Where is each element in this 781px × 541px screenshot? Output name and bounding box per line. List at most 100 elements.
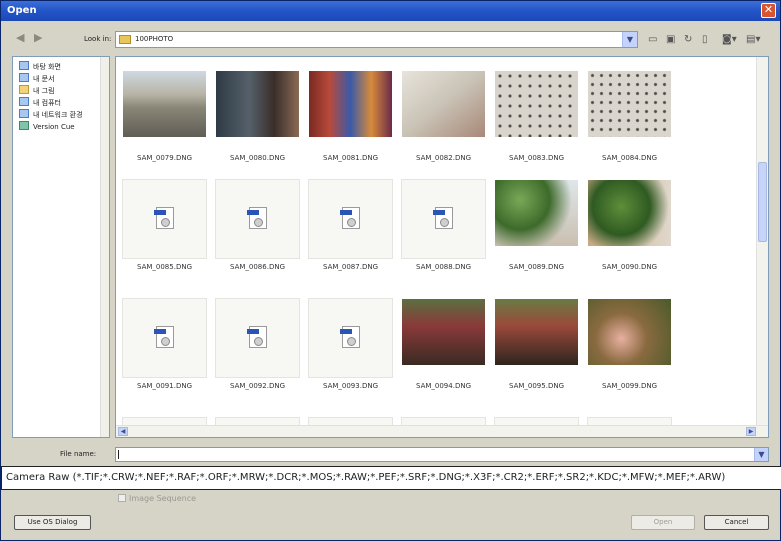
photo-thumbnail: [309, 71, 392, 137]
file-item[interactable]: SAM_0095.DNG: [492, 298, 581, 390]
back-icon[interactable]: ◀: [16, 32, 30, 44]
use-os-dialog-button[interactable]: Use OS Dialog: [14, 515, 91, 530]
chevron-down-icon[interactable]: ▼: [622, 32, 637, 47]
disc-icon: [254, 218, 263, 227]
file-thumbnail: [494, 298, 579, 378]
file-name-label: SAM_0082.DNG: [416, 154, 471, 162]
file-item[interactable]: SAM_0079.DNG: [120, 70, 209, 162]
files-of-type-select[interactable]: Camera Raw (*.TIF;*.CRW;*.NEF;*.RAF;*.OR…: [1, 466, 781, 490]
place-network[interactable]: 내 네트워크 환경: [19, 109, 83, 120]
file-thumbnail: [215, 179, 300, 259]
file-name-input[interactable]: ▼: [115, 447, 769, 462]
file-item[interactable]: SAM_0088.DNG: [399, 179, 488, 271]
file-item[interactable]: SAM_0086.DNG: [213, 179, 302, 271]
text-caret: [118, 450, 119, 459]
my-pictures-icon: [19, 85, 29, 94]
file-name-label: File name:: [60, 450, 97, 458]
file-badge-icon: [247, 329, 259, 334]
file-name-label: SAM_0094.DNG: [416, 382, 471, 390]
forward-icon[interactable]: ▶: [34, 32, 48, 44]
file-thumbnail: [308, 298, 393, 378]
file-name-label: SAM_0099.DNG: [602, 382, 657, 390]
recycle-bin-icon[interactable]: ▯: [702, 34, 708, 46]
scrollbar-thumb[interactable]: [758, 162, 767, 242]
file-badge-icon: [340, 210, 352, 215]
file-thumbnail: [401, 70, 486, 150]
place-label: 내 문서: [33, 75, 55, 83]
vertical-scrollbar[interactable]: [756, 57, 768, 425]
open-button[interactable]: Open: [631, 515, 695, 530]
refresh-icon[interactable]: ↻: [684, 34, 692, 46]
place-my-pictures[interactable]: 내 그림: [19, 85, 55, 96]
file-name-label: SAM_0079.DNG: [137, 154, 192, 162]
place-label: Version Cue: [33, 123, 75, 131]
file-item[interactable]: SAM_0089.DNG: [492, 179, 581, 271]
file-item[interactable]: SAM_0090.DNG: [585, 179, 674, 271]
file-item[interactable]: SAM_0091.DNG: [120, 298, 209, 390]
file-thumbnail: [122, 298, 207, 378]
file-item[interactable]: SAM_0094.DNG: [399, 298, 488, 390]
file-name-label: SAM_0088.DNG: [416, 263, 471, 271]
place-label: 바탕 화면: [33, 63, 61, 71]
raw-file-icon: [154, 326, 174, 348]
file-item[interactable]: SAM_0099.DNG: [585, 298, 674, 390]
file-item[interactable]: SAM_0093.DNG: [306, 298, 395, 390]
file-badge-icon: [433, 210, 445, 215]
cancel-button[interactable]: Cancel: [704, 515, 769, 530]
file-thumbnail: [122, 70, 207, 150]
places-scrollbar[interactable]: [100, 57, 109, 437]
file-item[interactable]: SAM_0080.DNG: [213, 70, 302, 162]
file-thumbnail: [587, 298, 672, 378]
place-my-computer[interactable]: 내 컴퓨터: [19, 97, 61, 108]
file-item[interactable]: SAM_0087.DNG: [306, 179, 395, 271]
photo-thumbnail: [588, 299, 671, 365]
disc-icon: [347, 337, 356, 346]
file-name-label: SAM_0093.DNG: [323, 382, 378, 390]
place-label: 내 컴퓨터: [33, 99, 61, 107]
file-item[interactable]: SAM_0082.DNG: [399, 70, 488, 162]
file-name-label: SAM_0092.DNG: [230, 382, 285, 390]
look-in-select[interactable]: 100PHOTO ▼: [115, 31, 638, 48]
raw-file-icon: [154, 207, 174, 229]
file-item[interactable]: SAM_0084.DNG: [585, 70, 674, 162]
scroll-right-icon[interactable]: ▶: [746, 427, 756, 436]
file-badge-icon: [154, 329, 166, 334]
file-name-label: SAM_0095.DNG: [509, 382, 564, 390]
file-name-label: SAM_0086.DNG: [230, 263, 285, 271]
view-menu-icon[interactable]: ▤▾: [746, 34, 760, 46]
file-item[interactable]: SAM_0081.DNG: [306, 70, 395, 162]
file-item[interactable]: SAM_0083.DNG: [492, 70, 581, 162]
image-sequence-checkbox[interactable]: Image Sequence: [118, 494, 196, 503]
chevron-down-icon[interactable]: ▼: [754, 448, 768, 461]
file-name-label: SAM_0090.DNG: [602, 263, 657, 271]
file-thumbnail: [122, 179, 207, 259]
places-sidebar: 바탕 화면 내 문서 내 그림 내 컴퓨터 내 네트워크 환경 Version …: [12, 56, 110, 438]
title-bar[interactable]: Open ✕: [1, 1, 780, 21]
photo-thumbnail: [588, 180, 671, 246]
close-button[interactable]: ✕: [761, 3, 776, 18]
place-my-documents[interactable]: 내 문서: [19, 73, 55, 84]
camera-icon[interactable]: ◙▾: [722, 34, 737, 46]
new-folder-icon[interactable]: ▣: [666, 34, 675, 46]
place-desktop[interactable]: 바탕 화면: [19, 61, 61, 72]
file-thumbnail: [308, 179, 393, 259]
photo-thumbnail: [495, 180, 578, 246]
photo-thumbnail: [588, 71, 671, 137]
raw-file-icon: [433, 207, 453, 229]
look-in-label: Look in:: [84, 35, 112, 43]
place-version-cue[interactable]: Version Cue: [19, 121, 75, 132]
look-in-value: 100PHOTO: [135, 35, 174, 43]
raw-file-icon: [247, 326, 267, 348]
file-thumbnail: [401, 298, 486, 378]
raw-file-icon: [247, 207, 267, 229]
toolbar: ◀ ▶ Look in: 100PHOTO ▼ ▭ ▣ ↻ ▯ ◙▾ ▤▾: [1, 28, 780, 52]
disc-icon: [254, 337, 263, 346]
scroll-left-icon[interactable]: ◀: [118, 427, 128, 436]
file-item[interactable]: SAM_0092.DNG: [213, 298, 302, 390]
disc-icon: [347, 218, 356, 227]
file-name-label: SAM_0083.DNG: [509, 154, 564, 162]
up-folder-icon[interactable]: ▭: [648, 34, 657, 46]
horizontal-scrollbar[interactable]: ◀ ▶: [116, 425, 768, 437]
file-item[interactable]: SAM_0085.DNG: [120, 179, 209, 271]
file-name-label: SAM_0087.DNG: [323, 263, 378, 271]
